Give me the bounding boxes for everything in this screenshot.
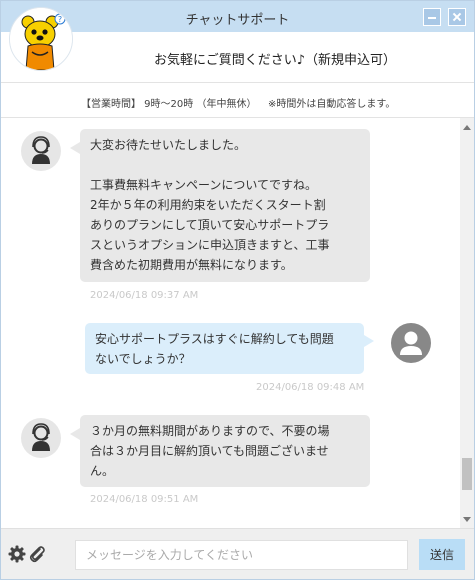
message-bubble-user: 安心サポートプラスはすぐに解約しても問題 ないでしょうか？	[85, 323, 364, 374]
scrollbar[interactable]	[460, 118, 474, 528]
message-composer: 送信	[1, 528, 474, 579]
message-line: 大変お待たせいたしました。	[90, 138, 247, 152]
message-line: 費含めた初期費用が無料になります。	[90, 258, 293, 272]
message-line	[90, 155, 360, 175]
message-bubble-operator: 大変お待たせいたしました。 工事費無料キャンペーンについてですね。 2年か５年の…	[80, 129, 370, 282]
close-icon[interactable]	[448, 8, 466, 26]
chat-subtitle: お気軽にご質問ください♪（新規申込可）	[153, 53, 397, 68]
svg-text:?: ?	[58, 15, 62, 24]
message-line: 合は３か月目に解約頂いても問題ございませ	[90, 444, 329, 458]
message-timestamp: 2024/06/18 09:48 AM	[256, 382, 365, 393]
scroll-down-arrow[interactable]	[463, 517, 471, 522]
paperclip-icon[interactable]	[28, 545, 46, 567]
business-hours: 【営業時間】 9時～20時 （年中無休）	[81, 99, 257, 110]
message-timestamp: 2024/06/18 09:37 AM	[90, 290, 199, 301]
window-title: チャットサポート	[185, 13, 290, 28]
message-bubble-operator: ３か月の無料期間がありますので、不要の場 合は３か月目に解約頂いても問題ございま…	[80, 415, 370, 487]
send-button[interactable]: 送信	[419, 539, 465, 570]
user-avatar-icon	[391, 323, 431, 363]
minimize-icon[interactable]	[423, 8, 441, 26]
message-line: スというオプションに申込頂きますと、工事	[90, 238, 330, 252]
bubble-tail	[364, 335, 374, 347]
scroll-up-arrow[interactable]	[463, 125, 471, 130]
message-line: 安心サポートプラスはすぐに解約しても問題	[95, 332, 334, 346]
chat-window: チャットサポート ? お気軽にご質問ください♪（新規申込可） 【営業時間】 9時…	[0, 0, 475, 580]
message-line: 工事費無料キャンペーンについてですね。	[90, 178, 318, 192]
bubble-tail	[70, 428, 80, 440]
business-hours-bar: 【営業時間】 9時～20時 （年中無休） ※時間外は自動応答します。	[1, 83, 474, 118]
bubble-tail	[70, 142, 80, 154]
message-line: ん。	[90, 464, 115, 478]
operator-avatar-icon	[21, 131, 61, 171]
message-line: 2年か５年の利用約束をいただくスタート割	[90, 198, 326, 212]
message-list[interactable]: 大変お待たせいたしました。 工事費無料キャンペーンについてですね。 2年か５年の…	[1, 118, 460, 528]
message-line: ありのプランにして頂いて安心サポートプラ	[90, 218, 330, 232]
after-hours-note: ※時間外は自動応答します。	[268, 99, 396, 110]
message-line: ないでしょうか？	[95, 352, 191, 366]
message-input[interactable]	[75, 540, 408, 570]
message-line: ３か月の無料期間がありますので、不要の場	[90, 424, 330, 438]
operator-avatar-icon	[21, 418, 61, 458]
scroll-thumb[interactable]	[462, 458, 472, 490]
message-timestamp: 2024/06/18 09:51 AM	[90, 494, 199, 505]
mascot-logo: ?	[9, 7, 73, 71]
gear-icon[interactable]	[8, 545, 26, 567]
title-bar[interactable]: チャットサポート	[1, 1, 474, 32]
